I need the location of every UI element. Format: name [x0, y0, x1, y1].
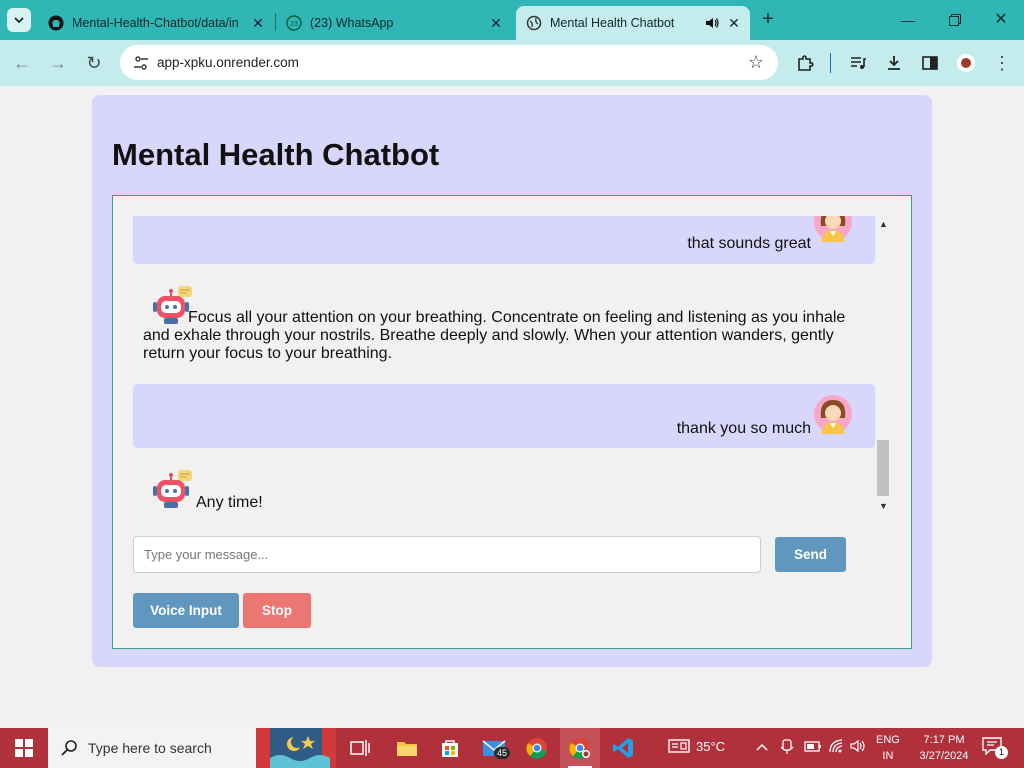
back-icon[interactable]: ←	[11, 52, 33, 74]
user-avatar-icon	[814, 216, 852, 242]
minimize-icon[interactable]: —	[896, 8, 920, 32]
scroll-down-icon[interactable]: ▼	[879, 501, 888, 511]
taskbar-search[interactable]: Type here to search	[48, 728, 256, 768]
volume-icon[interactable]	[850, 738, 868, 757]
chrome-profile-icon[interactable]	[560, 728, 600, 768]
chat-messages[interactable]: that sounds great Focus all your attenti…	[133, 216, 875, 516]
chat-box: that sounds great Focus all your attenti…	[112, 195, 912, 649]
search-icon	[61, 740, 77, 756]
bot-message: Focus all your attention on your breathi…	[133, 286, 875, 366]
tab-title: (23) WhatsApp	[310, 16, 394, 30]
close-window-icon[interactable]: ✕	[989, 8, 1013, 32]
show-hidden-icons-icon[interactable]	[756, 738, 768, 756]
close-icon[interactable]: ✕	[250, 15, 266, 31]
notification-count-badge: 1	[995, 746, 1008, 759]
close-icon[interactable]: ✕	[726, 15, 742, 31]
notifications-icon[interactable]: 1	[982, 737, 1008, 759]
windows-taskbar: Type here to search 45 35°C ENG IN 7:17 …	[0, 728, 1024, 768]
message-input[interactable]	[133, 536, 761, 573]
scroll-thumb[interactable]	[877, 440, 889, 496]
message-text: Focus all your attention on your breathi…	[143, 309, 846, 362]
message-text: thank you so much	[676, 420, 811, 437]
input-language[interactable]: ENG IN	[876, 732, 900, 764]
reload-icon[interactable]: ↻	[83, 52, 105, 74]
tab-title: Mental-Health-Chatbot/data/in	[72, 16, 239, 30]
robot-avatar-icon	[153, 470, 192, 508]
microsoft-store-icon[interactable]	[430, 728, 470, 768]
region-code: IN	[882, 750, 894, 762]
svg-text:23: 23	[290, 21, 298, 28]
battery-icon[interactable]	[804, 738, 822, 757]
vscode-icon[interactable]	[603, 728, 643, 768]
weather-widget[interactable]: 35°C	[668, 738, 725, 757]
menu-kebab-icon[interactable]: ⋮	[991, 52, 1013, 74]
mail-icon[interactable]: 45	[474, 728, 514, 768]
toolbar-divider	[830, 53, 831, 73]
media-control-icon[interactable]	[847, 52, 869, 74]
site-info-icon[interactable]	[132, 54, 150, 72]
message-text: Any time!	[196, 494, 263, 511]
chat-scrollbar[interactable]: ▲ ▼	[876, 216, 890, 516]
temperature-text: 35°C	[696, 738, 726, 754]
tab-github[interactable]: Mental-Health-Chatbot/data/in ✕	[38, 6, 274, 40]
windows-start-icon[interactable]	[0, 728, 48, 768]
chevron-down-icon	[14, 17, 24, 24]
chrome-icon[interactable]	[517, 728, 557, 768]
close-icon[interactable]: ✕	[488, 15, 504, 31]
bot-message: Any time!	[133, 470, 875, 516]
meet-now-icon[interactable]	[780, 738, 794, 757]
chatbot-card: Mental Health Chatbot that sounds great	[92, 95, 932, 667]
wifi-icon[interactable]	[828, 738, 844, 757]
user-message: thank you so much	[133, 384, 875, 448]
scroll-up-icon[interactable]: ▲	[879, 219, 888, 229]
tab-whatsapp[interactable]: 23 (23) WhatsApp ✕	[276, 6, 512, 40]
file-explorer-icon[interactable]	[387, 728, 427, 768]
github-icon	[48, 15, 64, 31]
bookmark-star-icon[interactable]: ☆	[748, 52, 764, 73]
whatsapp-icon: 23	[286, 15, 302, 31]
voice-input-button[interactable]: Voice Input	[133, 593, 239, 628]
send-button[interactable]: Send	[775, 537, 846, 572]
taskbar-clock[interactable]: 7:17 PM 3/27/2024	[914, 732, 974, 764]
forward-icon[interactable]: →	[47, 52, 69, 74]
address-bar[interactable]: app-xpku.onrender.com ☆	[120, 45, 778, 80]
message-text: that sounds great	[687, 235, 811, 252]
extensions-icon[interactable]	[794, 52, 816, 74]
weather-icon	[668, 738, 690, 757]
search-highlight-image[interactable]	[256, 728, 336, 768]
download-icon[interactable]	[883, 52, 905, 74]
new-tab-button[interactable]: +	[758, 9, 778, 30]
mail-count-badge: 45	[494, 747, 511, 759]
user-message: that sounds great	[133, 216, 875, 264]
stop-button[interactable]: Stop	[243, 593, 311, 628]
page-title: Mental Health Chatbot	[112, 137, 440, 172]
page-viewport: Mental Health Chatbot that sounds great	[0, 86, 1024, 728]
tab-title: Mental Health Chatbot	[550, 16, 675, 30]
tab-mental-health-chatbot[interactable]: Mental Health Chatbot ✕	[516, 6, 750, 40]
clock-time: 7:17 PM	[923, 734, 965, 746]
tab-search-button[interactable]	[7, 8, 31, 32]
restore-icon[interactable]	[943, 8, 967, 32]
lang-code: ENG	[876, 734, 900, 746]
speaker-icon[interactable]	[704, 15, 720, 34]
side-panel-icon[interactable]	[919, 52, 941, 74]
task-view-icon[interactable]	[340, 728, 380, 768]
search-placeholder: Type here to search	[88, 740, 212, 756]
globe-icon	[526, 15, 542, 31]
user-avatar-icon	[814, 395, 852, 434]
browser-tab-strip: Mental-Health-Chatbot/data/in ✕ 23 (23) …	[0, 0, 1024, 40]
profile-avatar-icon[interactable]	[955, 52, 977, 74]
clock-date: 3/27/2024	[919, 750, 969, 762]
url-text[interactable]: app-xpku.onrender.com	[157, 55, 299, 70]
